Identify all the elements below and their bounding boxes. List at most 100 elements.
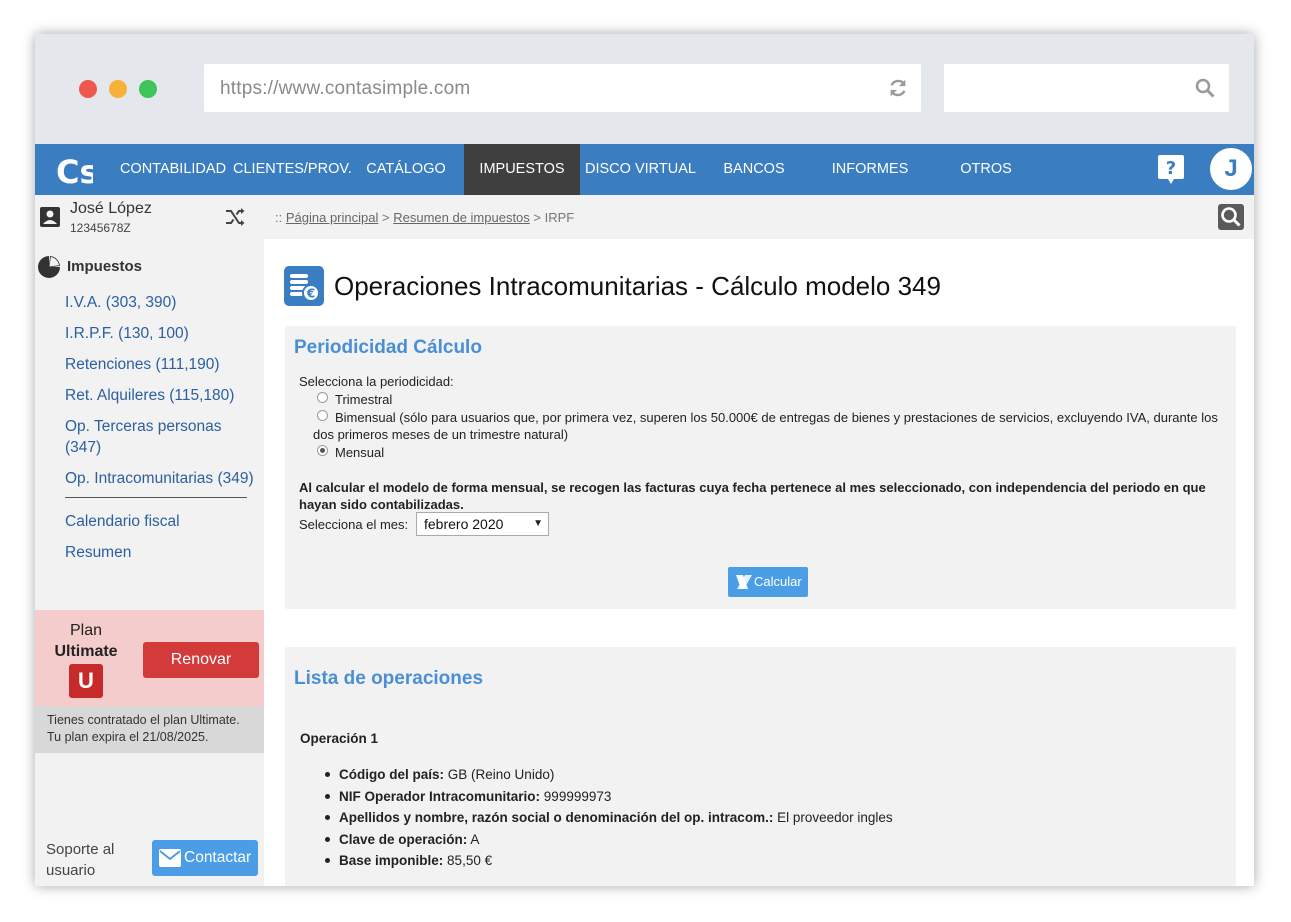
plan-name: Ultimate [54,643,118,660]
field-label: Código del país: [339,767,445,782]
plan-info-line2: Tu plan expira el 21/08/2025. [47,730,209,744]
nav-clientes-prov[interactable]: CLIENTES/PROV. [233,144,352,195]
browser-chrome: https://www.contasimple.com [35,34,1254,144]
sidebar-link-ret-alquileres[interactable]: Ret. Alquileres (115,180) [65,385,234,406]
field-value: A [470,831,480,847]
calculator-x-icon [736,575,752,589]
month-select-value: febrero 2020 [424,516,504,532]
user-avatar[interactable]: J [1208,146,1254,192]
support-text: Soporte al usuario [46,841,115,879]
envelope-icon [159,849,181,867]
user-name: José López [70,200,152,217]
breadcrumb-prefix: :: [275,210,283,225]
tax-coins-icon: € [284,266,324,306]
browser-search-bar[interactable] [944,64,1229,112]
field-value: 85,50 € [447,853,493,868]
operation-title: Operación 1 [300,731,379,746]
impuestos-title: Impuestos [67,258,143,275]
breadcrumb: :: Página principal > Resumen de impuest… [275,210,574,225]
pie-chart-icon [38,256,60,278]
plan-info-line1: Tienes contratado el plan Ultimate. [47,713,240,727]
plan-box: Plan Ultimate U Renovar [35,610,264,706]
breadcrumb-home[interactable]: Página principal [286,210,379,225]
nav-impuestos[interactable]: IMPUESTOS [464,144,580,195]
field-value: El proveedor ingles [777,810,893,825]
field-label: Apellidos y nombre, razón social o denom… [339,810,774,825]
help-icon[interactable]: ? [1157,153,1185,185]
calculate-label: Calcular [754,574,802,589]
calculate-button[interactable]: Calcular [728,567,808,597]
top-navbar: Cs CONTABILIDAD CLIENTES/PROV. CATÁLOGO … [35,144,1254,195]
breadcrumb-section[interactable]: Resumen de impuestos [393,210,530,225]
month-label: Selecciona el mes: [299,517,409,532]
month-select[interactable]: febrero 2020 ▼ [416,512,549,536]
nav-otros[interactable]: OTROS [949,144,1023,195]
plan-badge-icon: U [69,664,103,698]
address-bar[interactable]: https://www.contasimple.com [204,64,921,112]
close-window-dot[interactable] [79,80,97,98]
user-box: José López 12345678Z [35,195,264,239]
search-icon[interactable] [1195,78,1215,98]
breadcrumb-sep: > [533,210,542,225]
periodicity-panel: Periodicidad Cálculo Selecciona la perio… [285,326,1236,609]
sidebar-link-retenciones[interactable]: Retenciones (111,190) [65,354,220,375]
plan-info: Tienes contratado el plan Ultimate. Tu p… [35,706,264,753]
renew-button[interactable]: Renovar [143,642,259,678]
main-content: € Operaciones Intracomunitarias - Cálcul… [264,239,1254,886]
breadcrumb-sep: > [382,210,390,225]
sidebar-link-iva[interactable]: I.V.A. (303, 390) [65,292,176,313]
sidebar-link-resumen[interactable]: Resumen [65,542,131,563]
sidebar: José López 12345678Z Impuestos I.V.A. (3… [35,195,264,886]
operations-title: Lista de operaciones [294,668,484,689]
sidebar-link-irpf[interactable]: I.R.P.F. (130, 100) [65,323,189,344]
contact-button[interactable]: Contactar [152,840,258,876]
sidebar-link-calendario[interactable]: Calendario fiscal [65,511,180,532]
contasimple-logo-icon[interactable]: Cs [55,150,93,190]
breadcrumb-current: IRPF [544,210,575,225]
nav-informes[interactable]: INFORMES [825,144,915,195]
monthly-note: Al calcular el modelo de forma mensual, … [299,480,1206,512]
nav-bancos[interactable]: BANCOS [713,144,795,195]
field-label: Clave de operación: [339,831,468,847]
browser-window: https://www.contasimple.com Cs CONTABILI… [35,34,1254,886]
svg-text:?: ? [1166,158,1176,179]
search-icon [1221,207,1241,227]
svg-text:€: € [306,287,315,301]
list-item: Código del país: GB (Reino Unido) [325,764,893,786]
page-search-button[interactable] [1218,204,1244,230]
sidebar-link-op-terceras[interactable]: Op. Terceras personas (347) [65,416,240,458]
list-item: Base imponible: 85,50 € [325,850,893,872]
nav-disco-virtual[interactable]: DISCO VIRTUAL [585,144,696,195]
sidebar-divider [65,497,247,498]
breadcrumb-bar: :: Página principal > Resumen de impuest… [264,195,1254,239]
contact-label: Contactar [184,849,252,866]
list-item: Clave de operación: A [325,829,893,851]
field-value: 999999973 [543,788,612,804]
field-label: Base imponible: [339,853,444,868]
sidebar-link-op-intracomunitarias[interactable]: Op. Intracomunitarias (349) [65,468,254,489]
page-title: Operaciones Intracomunitarias - Cálculo … [334,271,941,301]
operation-fields: Código del país: GB (Reino Unido) NIF Op… [325,764,893,872]
switch-company-icon[interactable] [225,207,245,227]
plan-label: Plan [69,622,103,639]
nav-catalogo[interactable]: CATÁLOGO [358,144,454,195]
maximize-window-dot[interactable] [139,80,157,98]
address-url: https://www.contasimple.com [220,78,471,99]
field-label: NIF Operador Intracomunitario: [339,788,541,804]
operations-panel: Lista de operaciones Operación 1 Código … [285,647,1236,886]
radio-mensual-label: Mensual [335,445,385,460]
chevron-down-icon: ▼ [533,518,543,529]
periodicity-title: Periodicidad Cálculo [294,337,482,358]
radio-mensual[interactable] [317,445,328,456]
user-card-icon [40,207,60,227]
nav-contabilidad[interactable]: CONTABILIDAD [119,144,227,195]
list-item: Apellidos y nombre, razón social o denom… [325,807,893,829]
logo-text: Cs [56,153,93,190]
reload-icon[interactable] [887,77,909,99]
radio-bimensual-label: Bimensual (sólo para usuarios que, por p… [313,410,1218,442]
radio-trimestral[interactable] [317,392,328,403]
periodicity-prompt: Selecciona la periodicidad: [299,374,454,389]
field-value: GB (Reino Unido) [447,767,555,782]
user-id: 12345678Z [70,221,131,235]
minimize-window-dot[interactable] [109,80,127,98]
